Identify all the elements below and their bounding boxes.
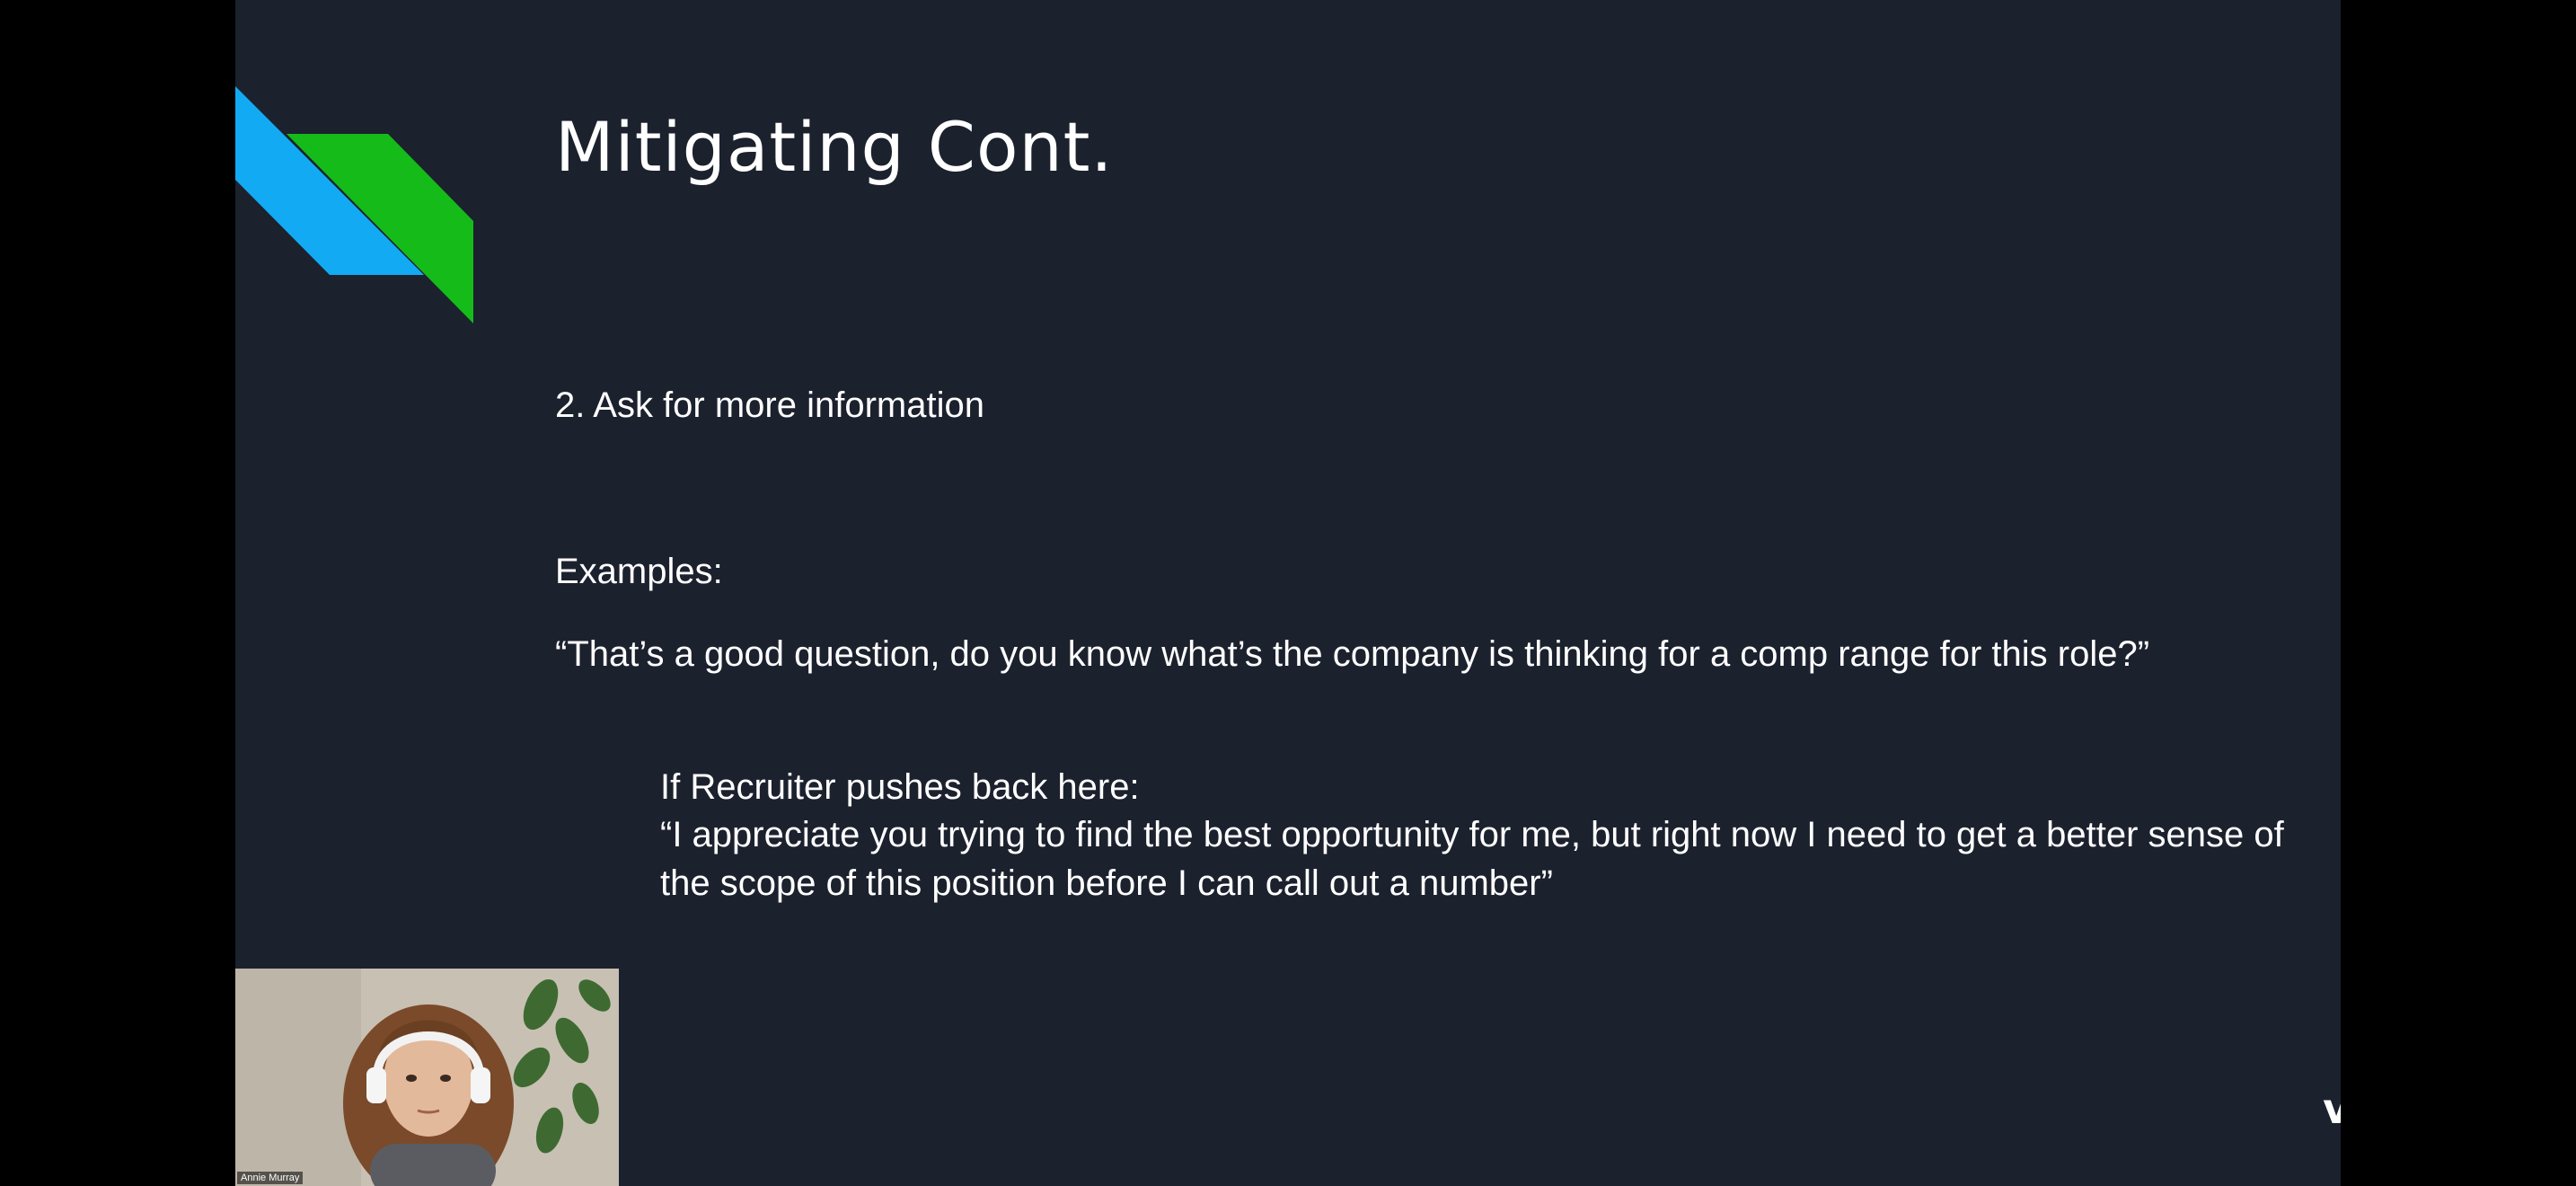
point-heading: 2. Ask for more information bbox=[555, 385, 984, 425]
examples-label: Examples: bbox=[555, 552, 723, 591]
pushback-quote: “I appreciate you trying to find the bes… bbox=[660, 815, 2284, 903]
logo-wordmark: valued bbox=[2323, 1084, 2341, 1133]
slide-title: Mitigating Cont. bbox=[555, 107, 1114, 187]
example-quote: “That’s a good question, do you know wha… bbox=[555, 634, 2150, 674]
participant-name-label: Annie Murray bbox=[237, 1172, 304, 1184]
pushback-label: If Recruiter pushes back here: bbox=[660, 767, 1140, 807]
heart-handshake-icon bbox=[2335, 988, 2341, 1096]
diagonal-stripes-decoration bbox=[235, 86, 473, 323]
valued-logo: valued bbox=[2322, 988, 2341, 1141]
webcam-thumbnail[interactable]: Annie Murray bbox=[235, 969, 619, 1186]
participant-video bbox=[235, 969, 619, 1186]
screen-share-view: Mitigating Cont. 2. Ask for more informa… bbox=[0, 0, 2576, 1186]
